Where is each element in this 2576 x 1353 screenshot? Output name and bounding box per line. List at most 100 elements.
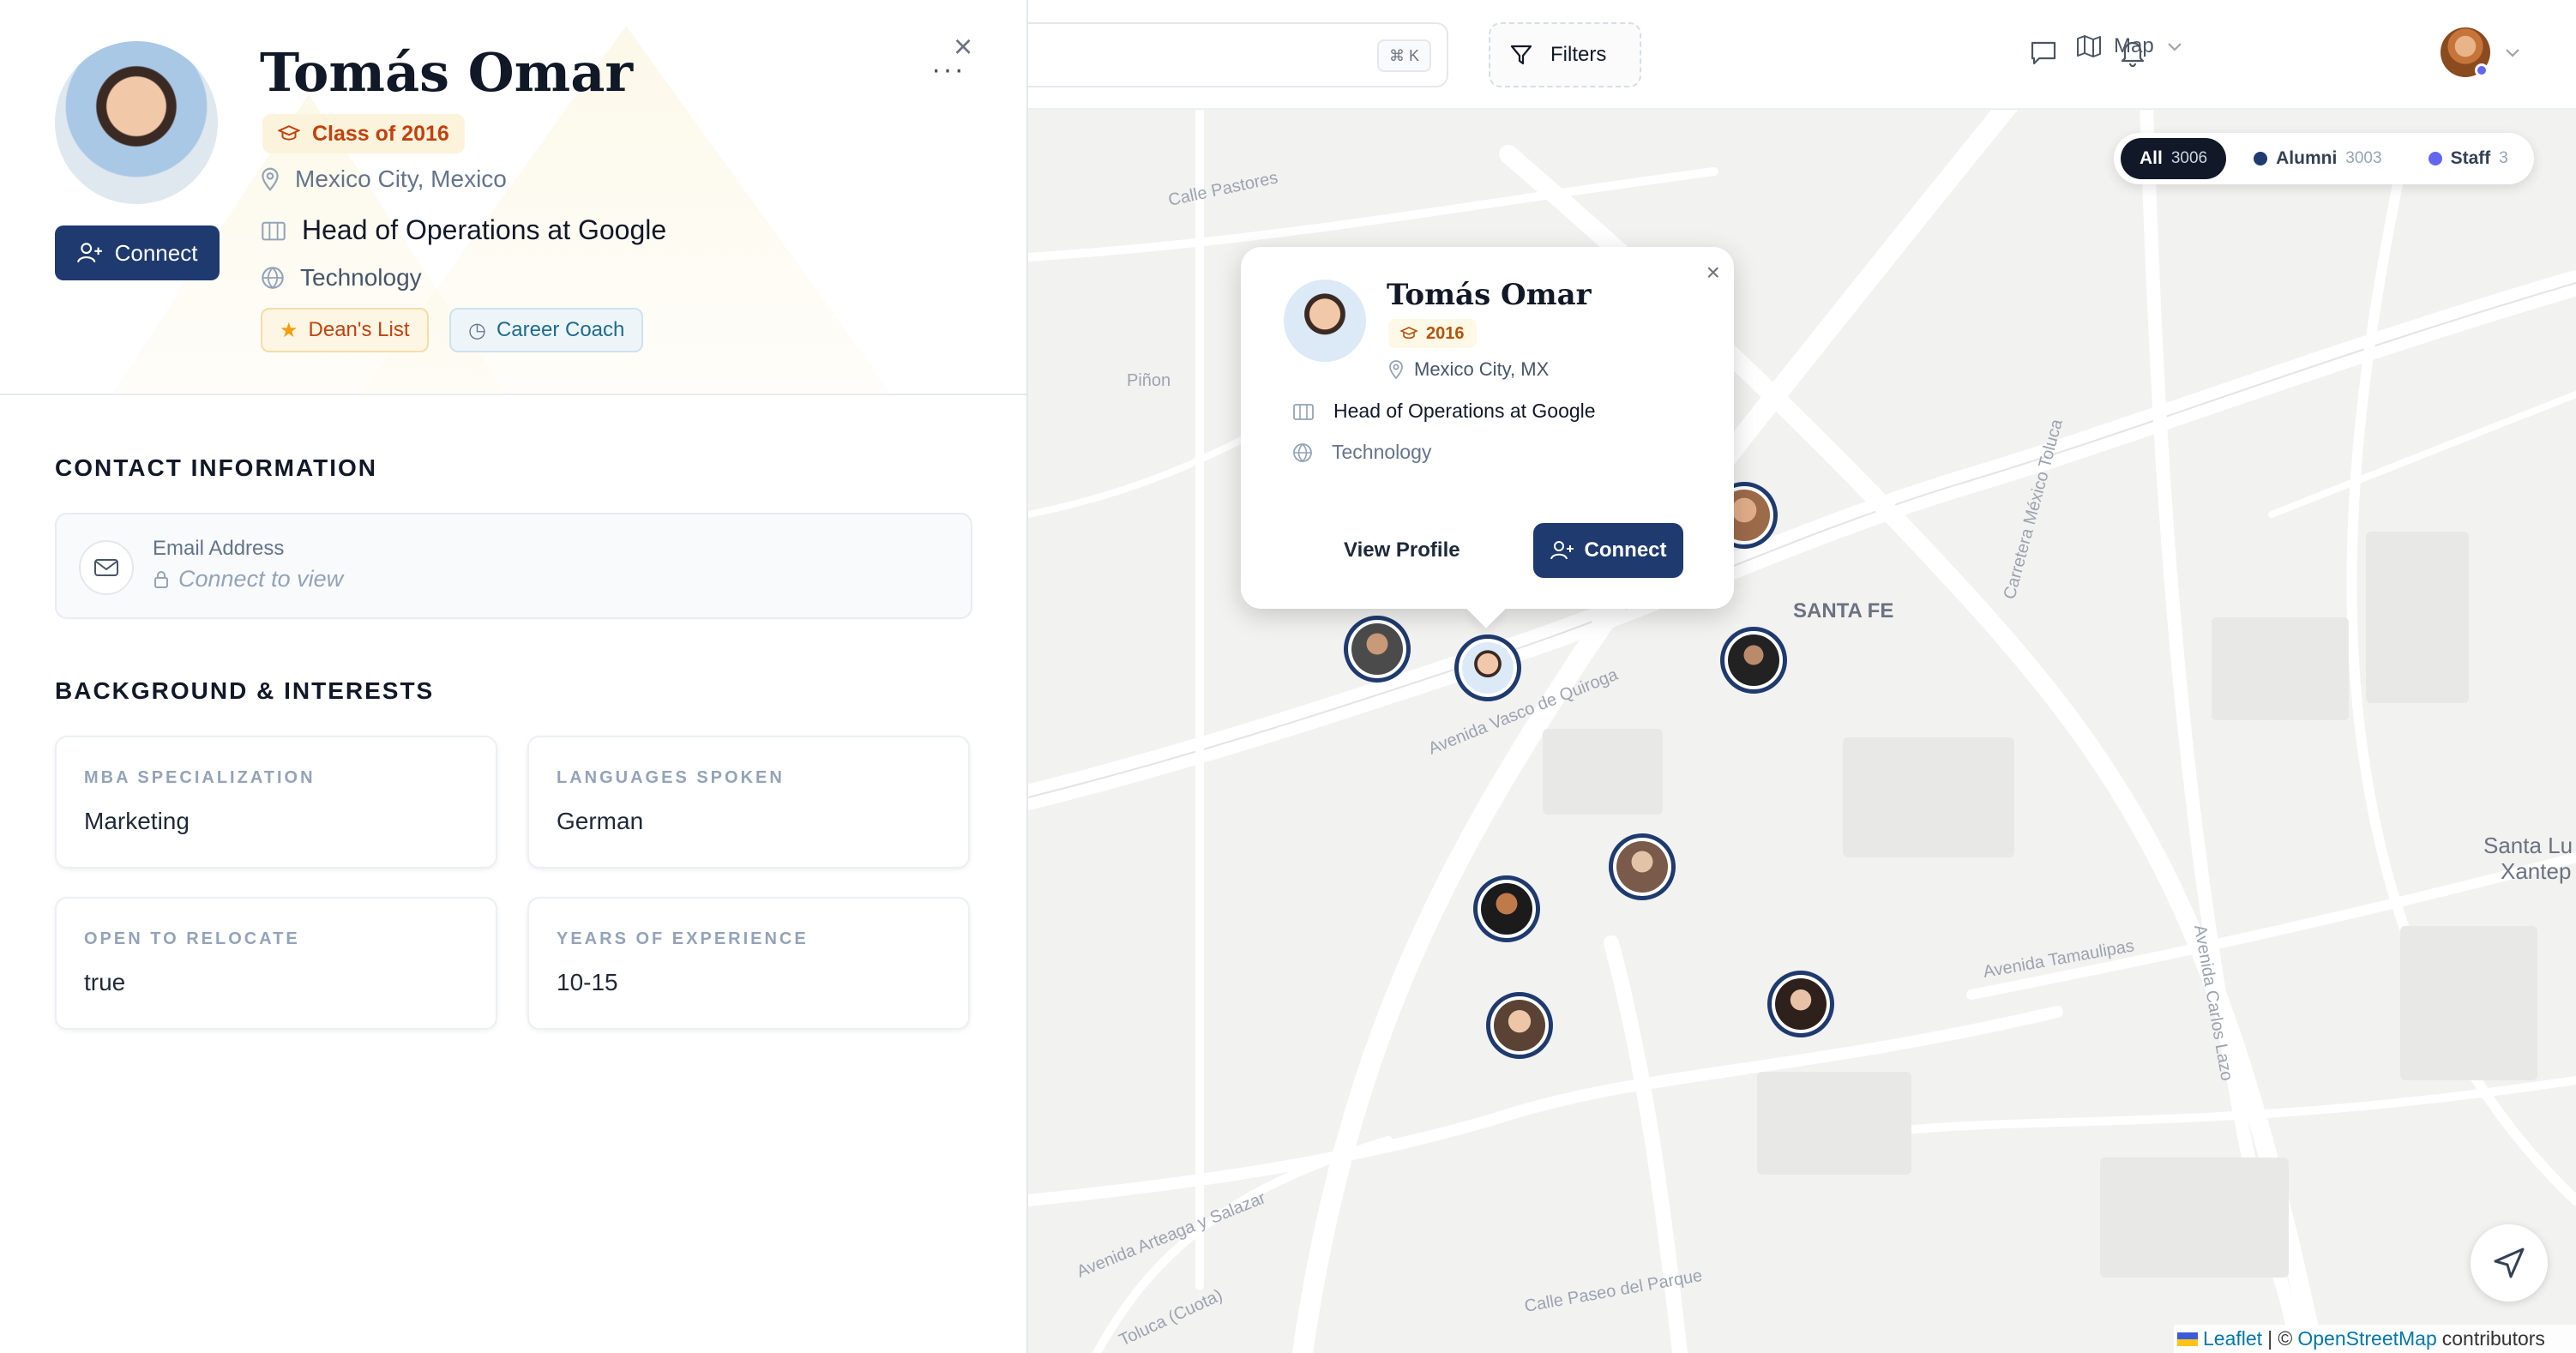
map-label-pinon: Piñon: [1127, 371, 1171, 390]
graduation-cap-icon: [278, 125, 300, 141]
popup-avatar: [1284, 280, 1366, 362]
view-profile-link[interactable]: View Profile: [1344, 538, 1460, 562]
lock-icon: [154, 570, 168, 588]
map-marker-selected[interactable]: [1454, 634, 1521, 701]
map-marker[interactable]: [1720, 627, 1787, 694]
notifications-button[interactable]: [2114, 34, 2152, 72]
mail-icon: [79, 540, 134, 595]
attribution-sep: | ©: [2267, 1327, 2293, 1350]
filters-label: Filters: [1550, 43, 1607, 66]
popup-location-text: Mexico City, MX: [1414, 358, 1550, 380]
close-panel-icon[interactable]: ×: [954, 29, 972, 66]
bg-card-label: YEARS OF EXPERIENCE: [557, 929, 809, 948]
osm-link[interactable]: OpenStreetMap: [2297, 1327, 2436, 1350]
messages-button[interactable]: [2025, 34, 2062, 72]
popup-industry: Technology: [1292, 441, 1431, 464]
popup-role-text: Head of Operations at Google: [1333, 400, 1596, 422]
map-marker[interactable]: [1486, 992, 1553, 1059]
legend-all-label: All: [2140, 148, 2163, 168]
alumni-dot-icon: [2254, 152, 2268, 165]
map-marker[interactable]: [1344, 616, 1411, 683]
bg-card-mba: MBA SPECIALIZATION Marketing: [55, 736, 497, 869]
map-label-carretera: Carretera México Toluca: [2001, 417, 2067, 602]
popup-year-badge: 2016: [1388, 319, 1477, 348]
map-icon: [2077, 35, 2101, 57]
profile-location-text: Mexico City, Mexico: [295, 165, 507, 192]
profile-name: Tomás Omar: [260, 41, 634, 104]
popup-location: Mexico City, MX: [1388, 358, 1549, 381]
legend-alumni[interactable]: Alumni 3003: [2235, 138, 2400, 179]
legend-staff-label: Staff: [2450, 148, 2491, 168]
locate-button[interactable]: [2471, 1224, 2548, 1302]
class-badge: Class of 2016: [262, 114, 465, 153]
profile-popup: Tomás Omar 2016 Mexico City, MX Head of …: [1241, 247, 1734, 609]
map-attribution: Leaflet | © OpenStreetMap contributors: [2174, 1325, 2576, 1353]
chevron-down-icon[interactable]: [2504, 46, 2521, 58]
legend-staff[interactable]: Staff 3: [2410, 138, 2527, 179]
search-input[interactable]: ⌘ K: [1028, 22, 1448, 87]
legend-staff-count: 3: [2499, 149, 2508, 167]
map-label-santa-lu: Santa Lu: [2483, 833, 2573, 858]
tag-career-coach: ◷ Career Coach: [449, 308, 644, 352]
legend-alumni-label: Alumni: [2276, 148, 2338, 168]
map-label-santa-fe: SANTA FE: [1793, 599, 1893, 622]
user-plus-icon: [76, 243, 102, 263]
email-locked: Connect to view: [153, 566, 343, 592]
legend-all-count: 3006: [2170, 149, 2208, 167]
profile-location: Mexico City, Mexico: [261, 165, 507, 193]
profile-avatar: [55, 41, 218, 204]
bg-card-label: OPEN TO RELOCATE: [84, 929, 300, 948]
background-section-title: BACKGROUND & INTERESTS: [55, 677, 435, 704]
building-icon: [262, 221, 286, 240]
map-tiles: SANTA FE Avenida Vasco de Quiroga Piñon …: [1028, 0, 2576, 1353]
top-bar: ⌘ K Filters Map: [1028, 0, 2576, 110]
globe-icon: [1293, 442, 1312, 462]
map-label-pastores: Calle Pastores: [1166, 168, 1279, 210]
building-icon: [1293, 403, 1314, 420]
map-canvas[interactable]: SANTA FE Avenida Vasco de Quiroga Piñon …: [1028, 0, 2576, 1353]
star-icon: ★: [280, 318, 298, 342]
ukraine-flag-icon: [2177, 1332, 2198, 1346]
navigation-arrow-icon: [2494, 1248, 2525, 1278]
profile-role: Head of Operations at Google: [261, 214, 666, 246]
map-marker[interactable]: [1767, 971, 1834, 1037]
popup-name: Tomás Omar: [1387, 278, 1592, 312]
map-pin-icon: [262, 167, 279, 191]
map-legend: All 3006 Alumni 3003 Staff 3: [2114, 133, 2534, 184]
bg-card-label: LANGUAGES SPOKEN: [557, 768, 785, 787]
staff-dot-icon: [2428, 152, 2442, 165]
legend-all[interactable]: All 3006: [2121, 138, 2227, 179]
map-label-xantep: Xantep: [2501, 858, 2571, 884]
connect-label: Connect: [114, 239, 198, 266]
filter-icon: [1510, 45, 1532, 65]
bg-card-label: MBA SPECIALIZATION: [84, 768, 316, 787]
bg-card-experience: YEARS OF EXPERIENCE 10-15: [527, 897, 970, 1030]
class-badge-text: Class of 2016: [312, 121, 449, 146]
bg-card-value: Marketing: [84, 808, 190, 834]
bg-card-value: 10-15: [557, 969, 618, 995]
chevron-down-icon: [2167, 43, 2182, 51]
legend-alumni-count: 3003: [2345, 149, 2382, 167]
leaflet-link[interactable]: Leaflet: [2203, 1327, 2262, 1350]
filters-button[interactable]: Filters: [1489, 22, 1641, 87]
popup-role: Head of Operations at Google: [1292, 400, 1596, 423]
map-pin-icon: [1389, 360, 1403, 379]
bg-card-value: true: [84, 969, 126, 995]
message-icon: [2031, 41, 2056, 65]
popup-connect-button[interactable]: Connect: [1533, 523, 1683, 578]
profile-panel: Connect Tomás Omar Class of 2016 Mexico …: [0, 0, 1028, 1353]
map-label-arteaga: Avenida Arteaga y Salazar: [1074, 1188, 1269, 1282]
map-marker[interactable]: [1609, 833, 1676, 900]
profile-header: Connect Tomás Omar Class of 2016 Mexico …: [0, 0, 1026, 395]
user-plus-icon: [1550, 541, 1574, 560]
bg-card-value: German: [557, 808, 644, 834]
connect-button[interactable]: Connect: [55, 226, 220, 280]
tag-career-coach-text: Career Coach: [496, 318, 625, 341]
bell-icon: [2121, 41, 2145, 67]
email-label: Email Address: [153, 537, 285, 560]
map-marker[interactable]: [1473, 875, 1540, 942]
bg-card-relocate: OPEN TO RELOCATE true: [55, 897, 497, 1030]
email-value: Connect to view: [178, 566, 344, 592]
popup-close-icon[interactable]: ×: [1706, 259, 1720, 286]
tag-deans-list: ★ Dean's List: [261, 308, 429, 352]
